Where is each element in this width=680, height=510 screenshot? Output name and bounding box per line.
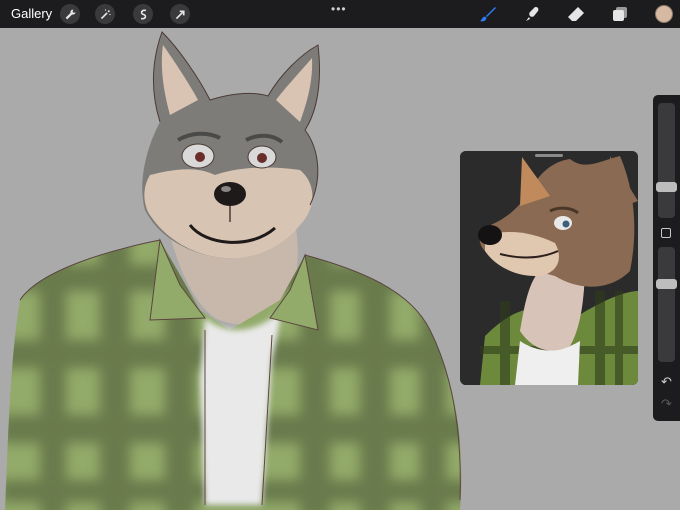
transform-arrow-icon (175, 9, 185, 19)
adjustments-button[interactable] (95, 4, 115, 24)
top-toolbar: Gallery ••• (0, 0, 680, 28)
modify-button[interactable] (661, 228, 671, 238)
layers-button[interactable] (610, 4, 630, 24)
selection-button[interactable] (133, 4, 153, 24)
opacity-slider[interactable] (656, 247, 677, 362)
drawing-canvas[interactable] (0, 28, 680, 510)
reference-drag-handle[interactable] (535, 154, 563, 157)
gallery-button[interactable]: Gallery (11, 6, 52, 21)
transform-button[interactable] (170, 4, 190, 24)
reference-window[interactable] (460, 151, 638, 385)
brush-tool-button[interactable] (478, 4, 498, 24)
color-picker-button[interactable] (655, 5, 673, 23)
selection-icon (140, 9, 146, 19)
reference-image (460, 151, 638, 385)
eraser-icon (568, 7, 584, 21)
eraser-tool-button[interactable] (566, 4, 586, 24)
magic-wand-icon (100, 8, 111, 19)
brush-sidebar: ↶ ↷ (653, 95, 680, 421)
brush-icon (480, 7, 496, 22)
redo-button[interactable]: ↷ (658, 395, 675, 412)
smudge-icon (526, 7, 539, 21)
layers-icon (613, 7, 627, 21)
smudge-tool-button[interactable] (523, 4, 543, 24)
wrench-icon (65, 9, 75, 19)
opacity-slider-thumb[interactable] (656, 279, 677, 289)
more-options-button[interactable]: ••• (331, 2, 347, 16)
undo-button[interactable]: ↶ (658, 373, 675, 390)
brush-size-slider-thumb[interactable] (656, 182, 677, 192)
brush-size-slider[interactable] (656, 103, 677, 218)
actions-button[interactable] (60, 4, 80, 24)
